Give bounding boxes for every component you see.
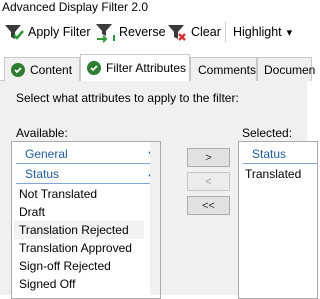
tab-filter-attributes[interactable]: Filter Attributes <box>80 54 190 81</box>
tab-document[interactable]: Documen <box>257 57 316 81</box>
selected-list[interactable]: Status Translated <box>238 141 318 299</box>
list-item[interactable]: Sign-off Rejected <box>19 257 111 275</box>
tab-comments-label: Comments <box>198 62 257 77</box>
apply-filter-label: Apply Filter <box>28 25 91 39</box>
group-header-general[interactable]: General <box>12 145 160 163</box>
list-item[interactable]: Translation Approved <box>19 239 132 257</box>
list-item[interactable]: Draft <box>19 203 45 221</box>
remove-button[interactable]: < <box>187 172 230 191</box>
tab-document-label: Documen <box>264 62 316 77</box>
window-title: Advanced Display Filter 2.0 <box>2 0 149 14</box>
highlight-dropdown[interactable]: Highlight ▾ <box>233 17 292 47</box>
tab-content-label: Content <box>30 62 73 77</box>
selected-label: Selected: <box>242 126 293 140</box>
group-header-status[interactable]: Status <box>12 165 160 183</box>
highlight-label: Highlight <box>233 25 282 39</box>
apply-filter-button[interactable]: Apply Filter <box>3 17 91 47</box>
clear-button[interactable]: Clear <box>166 17 221 47</box>
funnel-reverse-icon <box>96 24 115 43</box>
group-status-label: Status <box>25 167 60 181</box>
group-divider <box>16 163 160 164</box>
chevron-down-icon: ▾ <box>286 26 293 39</box>
available-label: Available: <box>16 126 68 140</box>
remove-all-button[interactable]: << <box>187 196 230 215</box>
funnel-clear-icon <box>168 25 186 41</box>
group-header-status[interactable]: Status <box>239 145 317 163</box>
list-item[interactable]: Translated <box>245 165 301 183</box>
list-item-selected[interactable]: Translation Rejected <box>14 221 144 239</box>
clear-label: Clear <box>191 25 221 39</box>
tab-filter-attributes-label: Filter Attributes <box>106 61 187 75</box>
instruction-text: Select what attributes to apply to the f… <box>16 91 239 105</box>
group-general-label: General <box>25 147 68 161</box>
funnel-check-icon <box>5 25 24 40</box>
check-circle-icon <box>87 61 101 75</box>
list-item[interactable]: Signed Off <box>19 275 75 293</box>
reverse-label: Reverse <box>119 25 166 39</box>
reverse-button[interactable]: Reverse <box>94 17 166 47</box>
available-scrollbar[interactable] <box>150 142 160 295</box>
tab-content[interactable]: Content <box>4 57 80 81</box>
toolbar-separator <box>225 22 226 42</box>
available-list[interactable]: General Status Not Translated Draft Tran… <box>11 141 161 299</box>
check-circle-icon <box>11 62 25 77</box>
group-divider <box>243 163 317 164</box>
add-button[interactable]: > <box>187 148 230 167</box>
list-item[interactable]: Not Translated <box>19 185 97 203</box>
group-divider <box>16 183 160 184</box>
group-status-label: Status <box>252 147 287 161</box>
toolbar: Apply Filter Reverse Clear Highlight ▾ <box>0 17 307 47</box>
tab-comments[interactable]: Comments <box>190 57 257 81</box>
